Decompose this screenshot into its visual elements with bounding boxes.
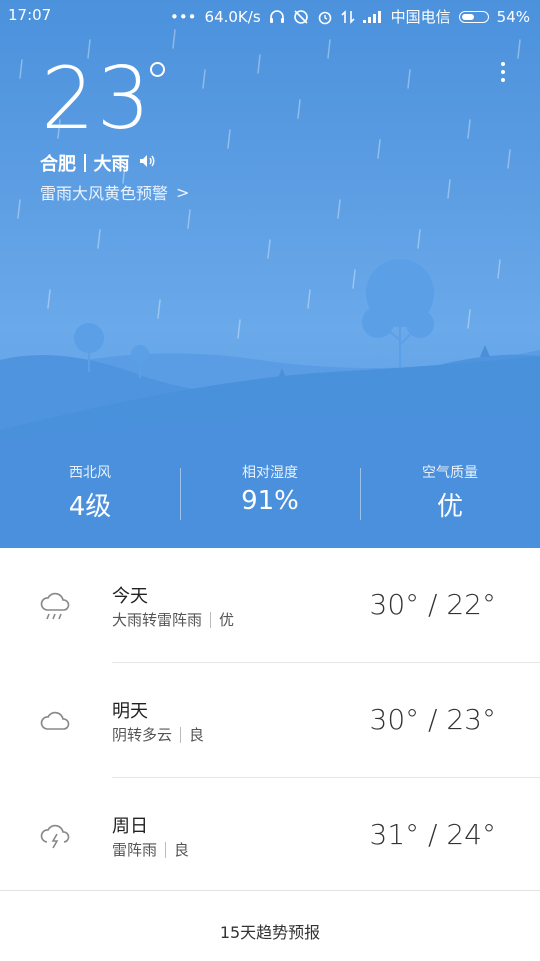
stat-label: 空气质量: [422, 465, 478, 481]
forecast-condition: 阴转多云: [112, 726, 173, 744]
weather-alert[interactable]: 雷雨大风黄色预警 >: [40, 180, 189, 204]
speaker-icon[interactable]: [138, 153, 156, 174]
alarm-icon: [317, 9, 333, 25]
stat-wind: 西北风 4级: [0, 462, 180, 532]
alert-text: 雷雨大风黄色预警: [40, 184, 169, 203]
divider: [84, 154, 86, 172]
stat-value: 4级: [68, 492, 112, 522]
headphones-icon: [269, 9, 285, 24]
forecast-condition: 雷阵雨: [112, 841, 158, 859]
divider: [180, 726, 182, 743]
current-condition: 大雨: [93, 154, 130, 175]
divider: [210, 611, 212, 628]
forecast-row-sunday[interactable]: 周日 雷阵雨 良 31° / 24°: [0, 778, 540, 893]
chevron-right-icon: >: [176, 182, 190, 202]
weather-hero: 17:07 ••• 64.0K/s 中国电信 54% 23 合肥 大雨 雷雨大风…: [0, 0, 540, 548]
forecast-condition: 大雨转雷阵雨: [112, 611, 203, 629]
sync-off-icon: [293, 9, 309, 25]
forecast-list: 今天 大雨转雷阵雨 优 30° / 22° 明天 阴转多云 良 30° / 23…: [0, 548, 540, 893]
location-condition: 合肥 大雨: [40, 150, 156, 176]
current-temperature: 23: [41, 49, 153, 149]
stat-humidity: 相对湿度 91%: [180, 462, 360, 532]
status-bar: 17:07 ••• 64.0K/s 中国电信 54%: [0, 0, 540, 32]
carrier-name: 中国电信: [390, 8, 451, 26]
thunder-cloud-icon: [38, 818, 74, 854]
cloud-icon: [38, 703, 74, 739]
stat-air-quality[interactable]: 空气质量 优: [360, 462, 540, 532]
divider: [165, 841, 167, 858]
data-transfer-icon: [341, 9, 355, 24]
forecast-desc: 阴转多云 良: [112, 724, 204, 745]
fifteen-day-forecast-button[interactable]: 15天趋势预报: [0, 890, 540, 961]
network-speed: 64.0K/s: [204, 7, 261, 26]
stat-label: 相对湿度: [242, 465, 298, 481]
forecast-temp-range: 31° / 24°: [369, 818, 497, 851]
city-name[interactable]: 合肥: [40, 150, 76, 176]
forecast-aqi: 优: [219, 611, 235, 629]
more-notifications-icon: •••: [169, 7, 197, 26]
forecast-desc: 大雨转雷阵雨 优: [112, 609, 234, 630]
forecast-aqi: 良: [174, 841, 190, 859]
battery-percent: 54%: [496, 7, 530, 26]
status-time: 17:07: [8, 6, 52, 24]
stat-label: 西北风: [69, 465, 111, 481]
signal-icon: [362, 10, 383, 24]
stats-bar: 西北风 4级 相对湿度 91% 空气质量 优: [0, 462, 540, 532]
forecast-day: 明天: [112, 701, 148, 722]
forecast-desc: 雷阵雨 良: [112, 839, 189, 860]
forecast-row-tomorrow[interactable]: 明天 阴转多云 良 30° / 23°: [0, 663, 540, 778]
forecast-temp-range: 30° / 23°: [369, 703, 497, 736]
battery-icon: [458, 10, 489, 23]
footer-label: 15天趋势预报: [219, 923, 321, 942]
forecast-temp-range: 30° / 22°: [369, 588, 497, 621]
status-icons: ••• 64.0K/s 中国电信 54%: [170, 6, 530, 27]
rain-cloud-icon: [38, 588, 74, 624]
forecast-day: 周日: [112, 816, 148, 837]
stat-value: 优: [436, 492, 463, 522]
more-options-icon[interactable]: [500, 62, 506, 86]
forecast-day: 今天: [112, 586, 148, 607]
forecast-aqi: 良: [189, 726, 205, 744]
degree-icon: [150, 62, 165, 77]
forecast-row-today[interactable]: 今天 大雨转雷阵雨 优 30° / 22°: [0, 548, 540, 663]
stat-value: 91%: [241, 486, 299, 516]
